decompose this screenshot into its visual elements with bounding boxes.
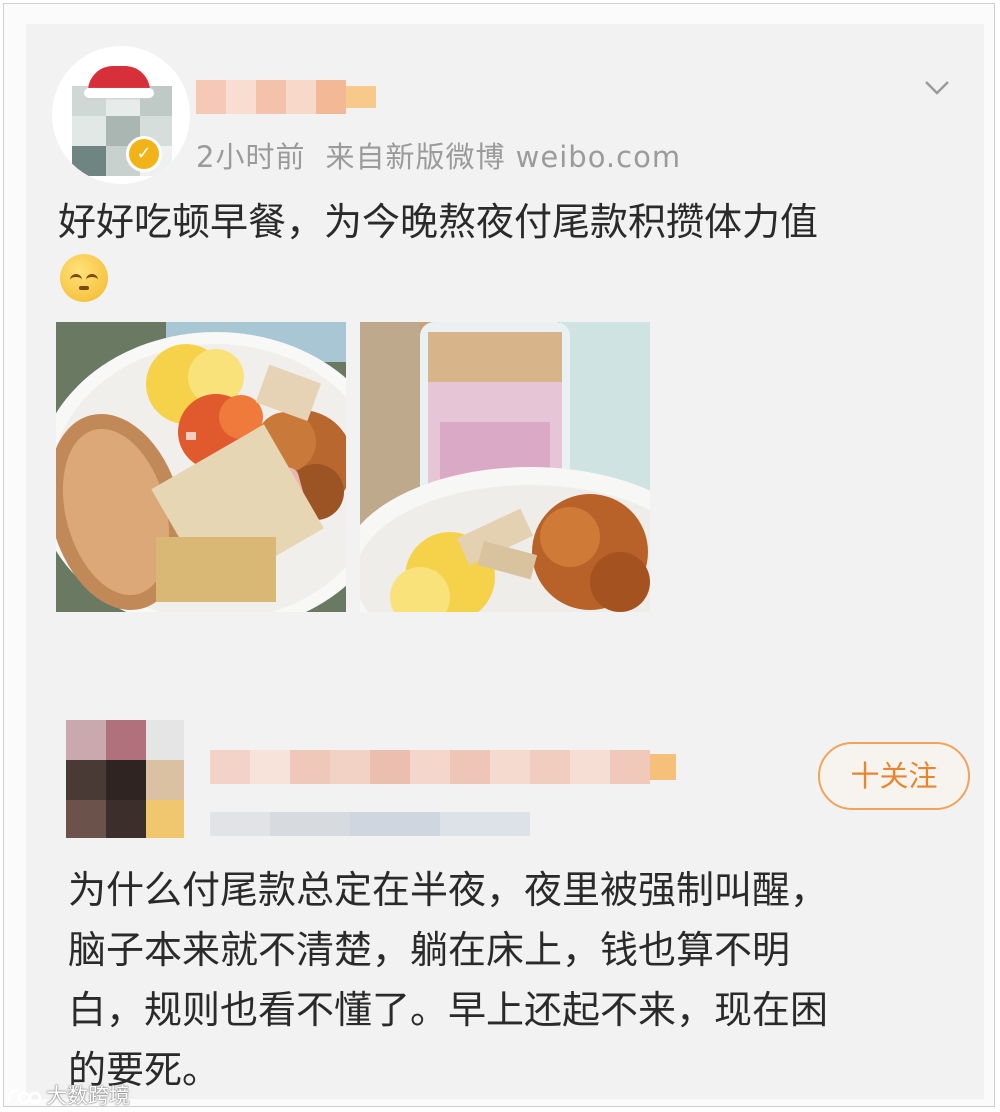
comment-meta-blurred	[210, 812, 530, 836]
plate-illustration	[56, 322, 346, 612]
chevron-down-icon[interactable]	[924, 74, 950, 100]
comment-line: 的要死。	[68, 1048, 221, 1092]
author-name-blurred[interactable]	[196, 80, 376, 114]
comment-line: 脑子本来就不清楚，躺在床上，钱也算不明	[68, 928, 791, 972]
breakfast-yogurt-photo[interactable]	[360, 322, 650, 612]
commenter-name-blurred[interactable]	[210, 742, 680, 788]
screenshot-frame: ✓ 2小时前 来自新版微博 weibo.com 好好吃顿早餐，为今晚熬夜付尾款积攒…	[3, 3, 995, 1107]
breakfast-plate-photo[interactable]	[56, 322, 346, 612]
comment-line: 白，规则也看不懂了。早上还起不来，现在困	[68, 988, 829, 1032]
santa-hat-decoration	[84, 66, 154, 98]
comment-line: 为什么付尾款总定在半夜，夜里被强制叫醒，	[68, 868, 829, 912]
watermark: 大数跨境	[6, 1080, 130, 1110]
follow-button[interactable]: 十关注	[818, 742, 970, 810]
post-meta: 2小时前 来自新版微博 weibo.com	[196, 134, 701, 176]
post-source: 来自新版微博 weibo.com	[325, 140, 682, 174]
dizzy-face-emoji-icon	[60, 254, 108, 302]
weibo-feed-card: ✓ 2小时前 来自新版微博 weibo.com 好好吃顿早餐，为今晚熬夜付尾款积攒…	[26, 24, 984, 1099]
watermark-logo-icon	[7, 1088, 42, 1105]
comment-text: 为什么付尾款总定在半夜，夜里被强制叫醒， 脑子本来就不清楚，躺在床上，钱也算不明…	[68, 860, 968, 1099]
follow-label: 十关注	[850, 759, 938, 793]
watermark-text: 大数跨境	[46, 1084, 130, 1108]
commenter-avatar-blurred[interactable]	[66, 720, 184, 838]
author-avatar[interactable]	[52, 46, 190, 184]
post-time: 2小时前	[196, 140, 306, 174]
post-text: 好好吃顿早餐，为今晚熬夜付尾款积攒体力值	[58, 200, 819, 244]
verified-badge-icon: ✓	[126, 136, 162, 172]
yogurt-illustration	[360, 322, 650, 612]
